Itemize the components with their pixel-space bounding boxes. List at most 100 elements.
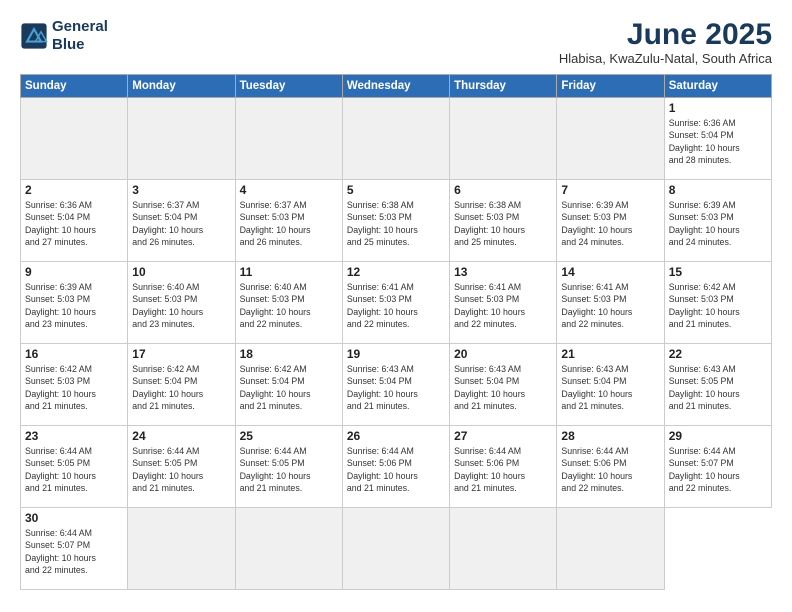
calendar-cell: 29Sunrise: 6:44 AM Sunset: 5:07 PM Dayli… — [664, 426, 771, 508]
day-info: Sunrise: 6:41 AM Sunset: 5:03 PM Dayligh… — [561, 281, 659, 330]
day-info: Sunrise: 6:41 AM Sunset: 5:03 PM Dayligh… — [454, 281, 552, 330]
calendar-cell: 30Sunrise: 6:44 AM Sunset: 5:07 PM Dayli… — [21, 508, 128, 590]
day-number: 6 — [454, 183, 552, 197]
day-number: 12 — [347, 265, 445, 279]
calendar-cell: 20 Sunrise: 6:43 AM Sunset: 5:04 PM Dayli… — [450, 344, 557, 426]
day-number: 28 — [561, 429, 659, 443]
day-number: 15 — [669, 265, 767, 279]
calendar-cell: 18 Sunrise: 6:42 AM Sunset: 5:04 PM Dayli… — [235, 344, 342, 426]
day-info: Sunrise: 6:39 AM Sunset: 5:03 PM Dayligh… — [561, 199, 659, 248]
calendar-cell: 3Sunrise: 6:37 AM Sunset: 5:04 PM Daylig… — [128, 180, 235, 262]
day-info: Sunrise: 6:38 AM Sunset: 5:03 PM Dayligh… — [454, 199, 552, 248]
header: General Blue June 2025 Hlabisa, KwaZulu-… — [20, 18, 772, 66]
calendar-cell: 28Sunrise: 6:44 AM Sunset: 5:06 PM Dayli… — [557, 426, 664, 508]
day-number: 2 — [25, 183, 123, 197]
day-info: Sunrise: 6:42 AM Sunset: 5:03 PM Dayligh… — [25, 363, 123, 412]
calendar-cell: 9 Sunrise: 6:39 AM Sunset: 5:03 PM Daylig… — [21, 262, 128, 344]
day-info: Sunrise: 6:39 AM Sunset: 5:03 PM Dayligh… — [25, 281, 123, 330]
calendar-header-friday: Friday — [557, 75, 664, 98]
day-number: 9 — [25, 265, 123, 279]
day-info: Sunrise: 6:40 AM Sunset: 5:03 PM Dayligh… — [240, 281, 338, 330]
calendar-cell — [342, 508, 449, 590]
page: General Blue June 2025 Hlabisa, KwaZulu-… — [0, 0, 792, 612]
calendar-cell: 17 Sunrise: 6:42 AM Sunset: 5:04 PM Dayli… — [128, 344, 235, 426]
day-number: 14 — [561, 265, 659, 279]
calendar-cell: 19 Sunrise: 6:43 AM Sunset: 5:04 PM Dayli… — [342, 344, 449, 426]
day-info: Sunrise: 6:42 AM Sunset: 5:03 PM Dayligh… — [669, 281, 767, 330]
day-info: Sunrise: 6:44 AM Sunset: 5:05 PM Dayligh… — [132, 445, 230, 494]
calendar-row: 23 Sunrise: 6:44 AM Sunset: 5:05 PM Dayli… — [21, 426, 772, 508]
calendar-cell: 11 Sunrise: 6:40 AM Sunset: 5:03 PM Dayli… — [235, 262, 342, 344]
calendar-cell — [128, 98, 235, 180]
calendar-header-thursday: Thursday — [450, 75, 557, 98]
logo-icon — [20, 22, 48, 50]
day-info: Sunrise: 6:43 AM Sunset: 5:04 PM Dayligh… — [561, 363, 659, 412]
day-number: 7 — [561, 183, 659, 197]
calendar-cell: 26 Sunrise: 6:44 AM Sunset: 5:06 PM Dayli… — [342, 426, 449, 508]
day-number: 29 — [669, 429, 767, 443]
calendar-cell — [128, 508, 235, 590]
day-number: 22 — [669, 347, 767, 361]
day-number: 18 — [240, 347, 338, 361]
day-info: Sunrise: 6:44 AM Sunset: 5:06 PM Dayligh… — [347, 445, 445, 494]
day-number: 8 — [669, 183, 767, 197]
calendar-cell: 7 Sunrise: 6:39 AM Sunset: 5:03 PM Daylig… — [557, 180, 664, 262]
day-number: 26 — [347, 429, 445, 443]
calendar-cell — [21, 98, 128, 180]
calendar-cell — [557, 508, 664, 590]
logo-line2: Blue — [52, 36, 85, 53]
day-number: 10 — [132, 265, 230, 279]
calendar-cell: 13 Sunrise: 6:41 AM Sunset: 5:03 PM Dayli… — [450, 262, 557, 344]
calendar: SundayMondayTuesdayWednesdayThursdayFrid… — [20, 74, 772, 590]
calendar-header-tuesday: Tuesday — [235, 75, 342, 98]
day-info: Sunrise: 6:42 AM Sunset: 5:04 PM Dayligh… — [240, 363, 338, 412]
title-block: June 2025 Hlabisa, KwaZulu-Natal, South … — [559, 18, 772, 66]
calendar-cell: 6 Sunrise: 6:38 AM Sunset: 5:03 PM Daylig… — [450, 180, 557, 262]
logo: General Blue — [20, 18, 108, 54]
day-number: 19 — [347, 347, 445, 361]
day-number: 24 — [132, 429, 230, 443]
calendar-header-wednesday: Wednesday — [342, 75, 449, 98]
calendar-row: 16 Sunrise: 6:42 AM Sunset: 5:03 PM Dayli… — [21, 344, 772, 426]
day-info: Sunrise: 6:44 AM Sunset: 5:07 PM Dayligh… — [25, 527, 123, 576]
day-info: Sunrise: 6:44 AM Sunset: 5:05 PM Dayligh… — [25, 445, 123, 494]
calendar-header-saturday: Saturday — [664, 75, 771, 98]
day-info: Sunrise: 6:43 AM Sunset: 5:04 PM Dayligh… — [347, 363, 445, 412]
day-number: 3 — [132, 183, 230, 197]
logo-line1: General — [52, 18, 108, 35]
day-number: 21 — [561, 347, 659, 361]
calendar-cell: 1Sunrise: 6:36 AM Sunset: 5:04 PM Daylig… — [664, 98, 771, 180]
day-number: 11 — [240, 265, 338, 279]
calendar-row: 1Sunrise: 6:36 AM Sunset: 5:04 PM Daylig… — [21, 98, 772, 180]
day-number: 4 — [240, 183, 338, 197]
day-number: 17 — [132, 347, 230, 361]
day-info: Sunrise: 6:44 AM Sunset: 5:05 PM Dayligh… — [240, 445, 338, 494]
day-number: 23 — [25, 429, 123, 443]
day-info: Sunrise: 6:43 AM Sunset: 5:04 PM Dayligh… — [454, 363, 552, 412]
calendar-cell: 21 Sunrise: 6:43 AM Sunset: 5:04 PM Dayli… — [557, 344, 664, 426]
calendar-cell — [235, 508, 342, 590]
day-number: 16 — [25, 347, 123, 361]
calendar-cell: 27Sunrise: 6:44 AM Sunset: 5:06 PM Dayli… — [450, 426, 557, 508]
day-number: 25 — [240, 429, 338, 443]
calendar-header-sunday: Sunday — [21, 75, 128, 98]
day-number: 1 — [669, 101, 767, 115]
calendar-cell: 5Sunrise: 6:38 AM Sunset: 5:03 PM Daylig… — [342, 180, 449, 262]
calendar-cell: 8Sunrise: 6:39 AM Sunset: 5:03 PM Daylig… — [664, 180, 771, 262]
day-number: 13 — [454, 265, 552, 279]
header-row: SundayMondayTuesdayWednesdayThursdayFrid… — [21, 75, 772, 98]
day-info: Sunrise: 6:36 AM Sunset: 5:04 PM Dayligh… — [25, 199, 123, 248]
calendar-cell — [342, 98, 449, 180]
calendar-cell: 10 Sunrise: 6:40 AM Sunset: 5:03 PM Dayli… — [128, 262, 235, 344]
calendar-cell: 2 Sunrise: 6:36 AM Sunset: 5:04 PM Daylig… — [21, 180, 128, 262]
day-number: 20 — [454, 347, 552, 361]
day-info: Sunrise: 6:40 AM Sunset: 5:03 PM Dayligh… — [132, 281, 230, 330]
calendar-cell: 15 Sunrise: 6:42 AM Sunset: 5:03 PM Dayli… — [664, 262, 771, 344]
calendar-cell: 4Sunrise: 6:37 AM Sunset: 5:03 PM Daylig… — [235, 180, 342, 262]
calendar-cell: 25 Sunrise: 6:44 AM Sunset: 5:05 PM Dayli… — [235, 426, 342, 508]
calendar-row: 2 Sunrise: 6:36 AM Sunset: 5:04 PM Daylig… — [21, 180, 772, 262]
day-info: Sunrise: 6:42 AM Sunset: 5:04 PM Dayligh… — [132, 363, 230, 412]
logo-text: General Blue — [52, 18, 108, 54]
calendar-cell: 14 Sunrise: 6:41 AM Sunset: 5:03 PM Dayli… — [557, 262, 664, 344]
day-info: Sunrise: 6:38 AM Sunset: 5:03 PM Dayligh… — [347, 199, 445, 248]
